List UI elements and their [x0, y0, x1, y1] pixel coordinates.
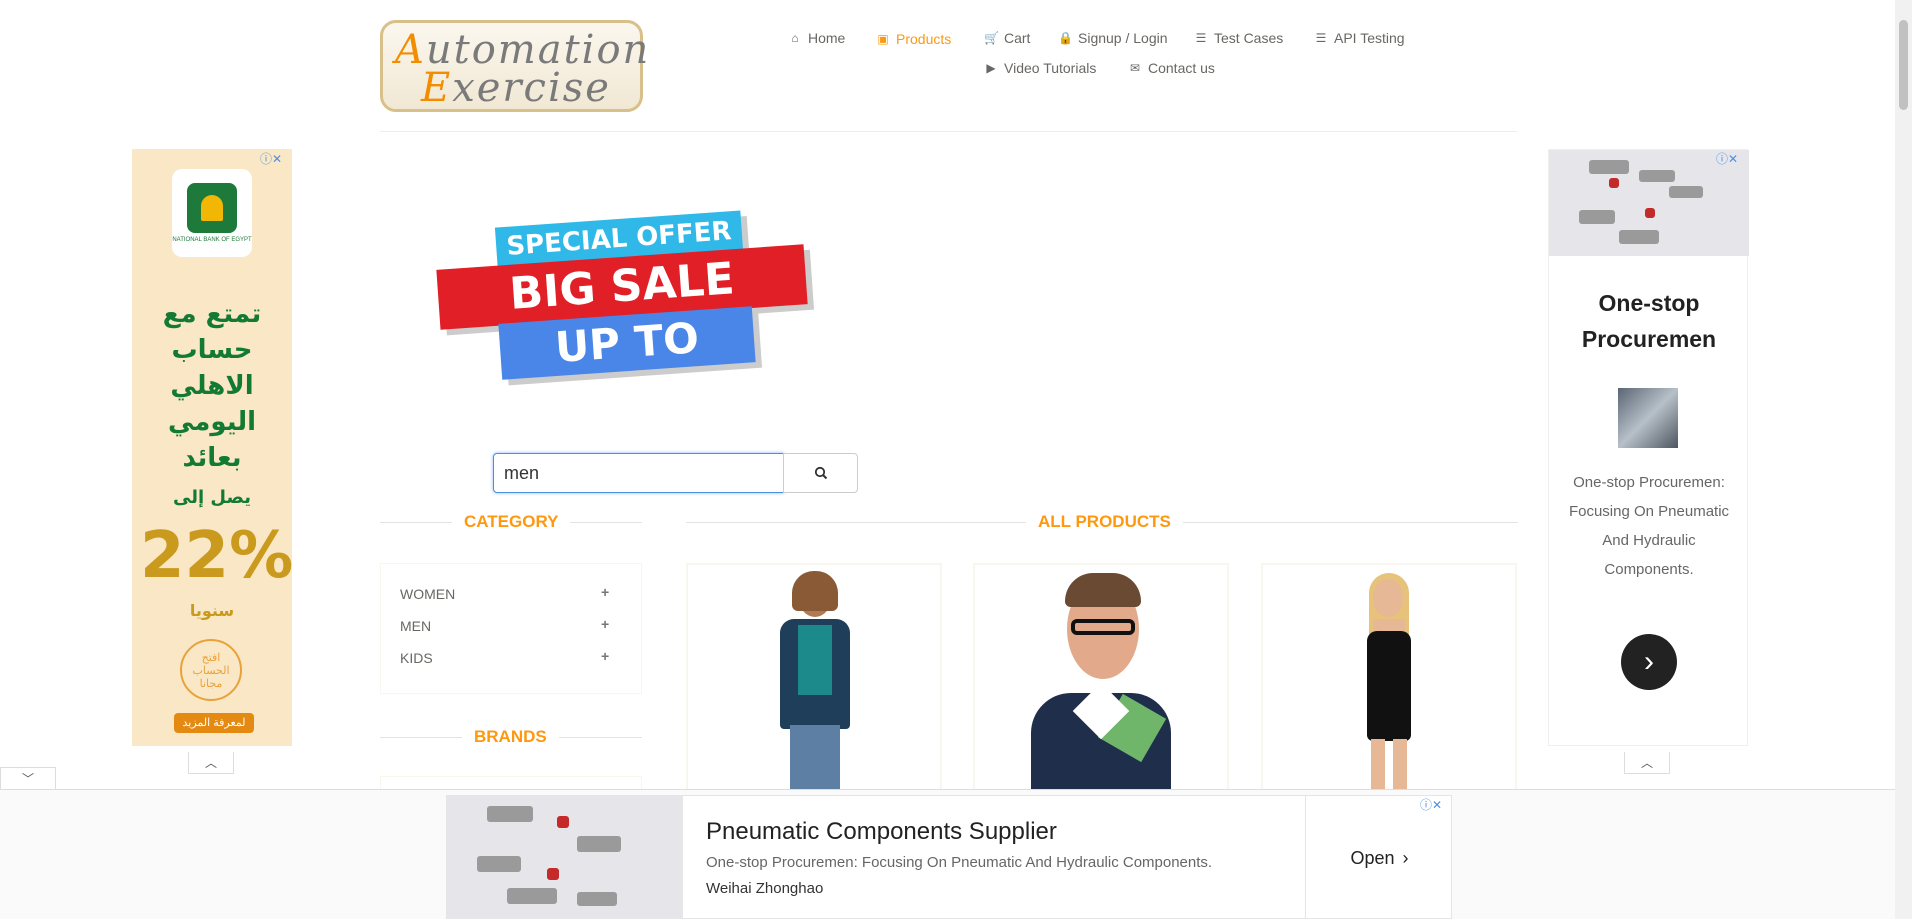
nav-cart-label: Cart: [1004, 30, 1031, 46]
search-icon: [814, 466, 827, 480]
chevron-up-icon: ︿: [204, 756, 217, 770]
all-products-title: ALL PRODUCTS: [1026, 512, 1183, 532]
plus-icon[interactable]: +: [601, 584, 609, 600]
nav-test-cases-label: Test Cases: [1214, 30, 1284, 46]
product-card[interactable]: [1261, 563, 1517, 793]
ad-left-close-icon[interactable]: ⓘ✕: [260, 150, 282, 167]
plus-icon[interactable]: +: [601, 616, 609, 632]
ad-right-headline[interactable]: One-stop Procuremen: [1549, 285, 1749, 357]
ad-left-percent: 22%: [140, 519, 292, 593]
bank-emblem-icon: [187, 183, 237, 233]
envelope-icon: ✉: [1129, 61, 1141, 75]
bottom-ad-description: One-stop Procuremen: Focusing On Pneumat…: [706, 854, 1213, 871]
bottom-ad-headline[interactable]: Pneumatic Components Supplier: [706, 818, 1057, 846]
nav-api-testing[interactable]: ☰ API Testing: [1314, 30, 1405, 46]
ad-left-line5: بعائد: [182, 443, 242, 473]
nav-video-tutorials[interactable]: ▶ Video Tutorials: [984, 60, 1096, 76]
ad-left-line4: اليومي: [168, 407, 256, 437]
product-card[interactable]: [973, 563, 1229, 793]
category-men[interactable]: MEN: [400, 618, 431, 634]
scrollbar-thumb[interactable]: [1899, 20, 1908, 110]
list-icon: ☰: [1195, 31, 1207, 45]
logo-line2: Exercise: [421, 65, 611, 111]
search-button[interactable]: [783, 453, 858, 493]
nav-test-cases[interactable]: ☰ Test Cases: [1194, 30, 1284, 46]
nav-home-label: Home: [808, 30, 846, 46]
left-ad[interactable]: NATIONAL BANK OF EGYPT تمتع مع حساب الاه…: [132, 149, 292, 746]
bank-logo: NATIONAL BANK OF EGYPT: [172, 169, 252, 257]
nav-signup-login[interactable]: 🔒 Signup / Login: [1058, 30, 1168, 46]
home-icon: ⌂: [791, 31, 799, 45]
ad-left-collapse-button[interactable]: ︿: [188, 752, 234, 774]
nav-products[interactable]: ▣ Products: [876, 31, 951, 47]
bottom-ad[interactable]: Pneumatic Components Supplier One-stop P…: [446, 795, 1452, 919]
bottom-ad-collapse-button[interactable]: ﹀: [0, 767, 56, 789]
category-kids[interactable]: KIDS: [400, 650, 433, 666]
ad-left-more-button[interactable]: لمعرفة المزيد: [174, 713, 254, 733]
bottom-ad-open-label: Open: [1350, 847, 1395, 868]
nav-api-testing-label: API Testing: [1334, 30, 1405, 46]
cart-icon: 🛒: [984, 31, 999, 45]
product-image: [754, 571, 874, 791]
nav-home[interactable]: ⌂ Home: [788, 30, 845, 46]
search-product-input[interactable]: [493, 453, 784, 493]
chevron-right-icon: ›: [1402, 847, 1409, 868]
ad-right-collapse-button[interactable]: ︿: [1624, 752, 1670, 774]
nav-contact-us[interactable]: ✉ Contact us: [1128, 60, 1215, 76]
product-card[interactable]: [686, 563, 942, 793]
product-image: [1329, 573, 1449, 791]
sale-banner: SPECIAL OFFER BIG SALE UP TO 50% OFF: [436, 210, 823, 430]
ad-right-go-button[interactable]: ›: [1621, 634, 1677, 690]
nav-cart[interactable]: 🛒 Cart: [984, 30, 1030, 46]
category-title: CATEGORY: [452, 512, 571, 532]
category-women[interactable]: WOMEN: [400, 586, 455, 602]
plus-icon[interactable]: +: [601, 648, 609, 664]
ad-left-line1: تمتع مع: [162, 299, 262, 329]
lock-icon: 🔒: [1058, 31, 1073, 45]
nav-video-label: Video Tutorials: [1004, 60, 1097, 76]
nav-contact-label: Contact us: [1148, 60, 1215, 76]
right-ad[interactable]: One-stop Procuremen One-stop Procuremen:…: [1548, 149, 1749, 746]
nav-products-label: Products: [896, 31, 952, 47]
ad-right-thumbnail: [1618, 388, 1678, 448]
chevron-up-icon: ︿: [1640, 756, 1653, 770]
header-divider: [380, 131, 1517, 132]
product-icon: ▣: [877, 32, 889, 46]
youtube-icon: ▶: [986, 61, 996, 75]
ad-right-close-icon[interactable]: ⓘ✕: [1716, 150, 1738, 167]
bottom-ad-source: Weihai Zhonghao: [706, 880, 824, 897]
nav-signup-label: Signup / Login: [1078, 30, 1168, 46]
ad-left-line3: الاهلي: [170, 371, 254, 401]
category-panel: WOMEN + MEN + KIDS +: [380, 563, 642, 694]
product-image: [1011, 573, 1191, 791]
chevron-right-icon: ›: [1644, 645, 1654, 678]
ad-left-open-account[interactable]: افتح الحساب مجانا: [180, 639, 242, 701]
bank-name: NATIONAL BANK OF EGYPT: [172, 237, 252, 243]
bottom-ad-open-button[interactable]: Open ›: [1305, 796, 1453, 919]
vertical-scrollbar[interactable]: [1895, 0, 1912, 919]
ad-left-line7: سنويا: [189, 601, 235, 620]
ad-right-description: One-stop Procuremen: Focusing On Pneumat…: [1568, 474, 1730, 578]
brands-title: BRANDS: [462, 727, 559, 747]
chevron-down-icon: ﹀: [21, 772, 34, 786]
ad-left-line2: حساب: [171, 335, 253, 365]
brands-panel: [380, 776, 642, 789]
bottom-ad-image: [447, 796, 683, 919]
site-logo[interactable]: Automation Exercise: [380, 20, 648, 112]
bottom-ad-close-icon[interactable]: ⓘ✕: [1420, 796, 1442, 813]
list-icon: ☰: [1315, 31, 1327, 45]
ad-left-line6: يصل إلى: [173, 487, 251, 508]
